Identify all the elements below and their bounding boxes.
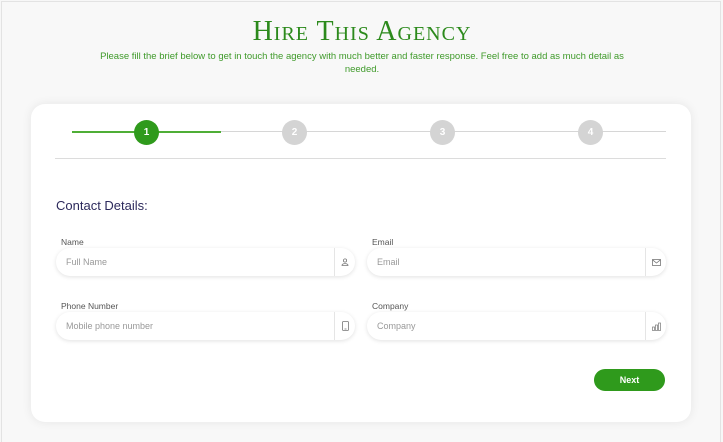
company-label: Company [372, 301, 409, 311]
phone-label: Phone Number [61, 301, 119, 311]
step-1[interactable]: 1 [134, 120, 159, 145]
form-card: 1 2 3 4 Contact Details: Name Email Phon… [31, 104, 691, 422]
step-3[interactable]: 3 [430, 120, 455, 145]
phone-field [56, 312, 355, 340]
company-field [367, 312, 666, 340]
email-field [367, 248, 666, 276]
page-subtitle: Please fill the brief below to get in to… [100, 51, 624, 75]
next-button[interactable]: Next [594, 369, 665, 391]
email-label: Email [372, 237, 394, 247]
phone-input[interactable] [56, 312, 334, 340]
email-input[interactable] [367, 248, 645, 276]
building-icon [645, 312, 666, 340]
name-input[interactable] [56, 248, 334, 276]
page-title: Hire This Agency [252, 16, 472, 47]
step-4[interactable]: 4 [578, 120, 603, 145]
divider [55, 158, 666, 159]
step-2[interactable]: 2 [282, 120, 307, 145]
envelope-icon [645, 248, 666, 276]
user-icon [334, 248, 355, 276]
phone-icon [334, 312, 355, 340]
name-label: Name [61, 237, 84, 247]
name-field [56, 248, 355, 276]
company-input[interactable] [367, 312, 645, 340]
section-title: Contact Details: [56, 198, 148, 213]
